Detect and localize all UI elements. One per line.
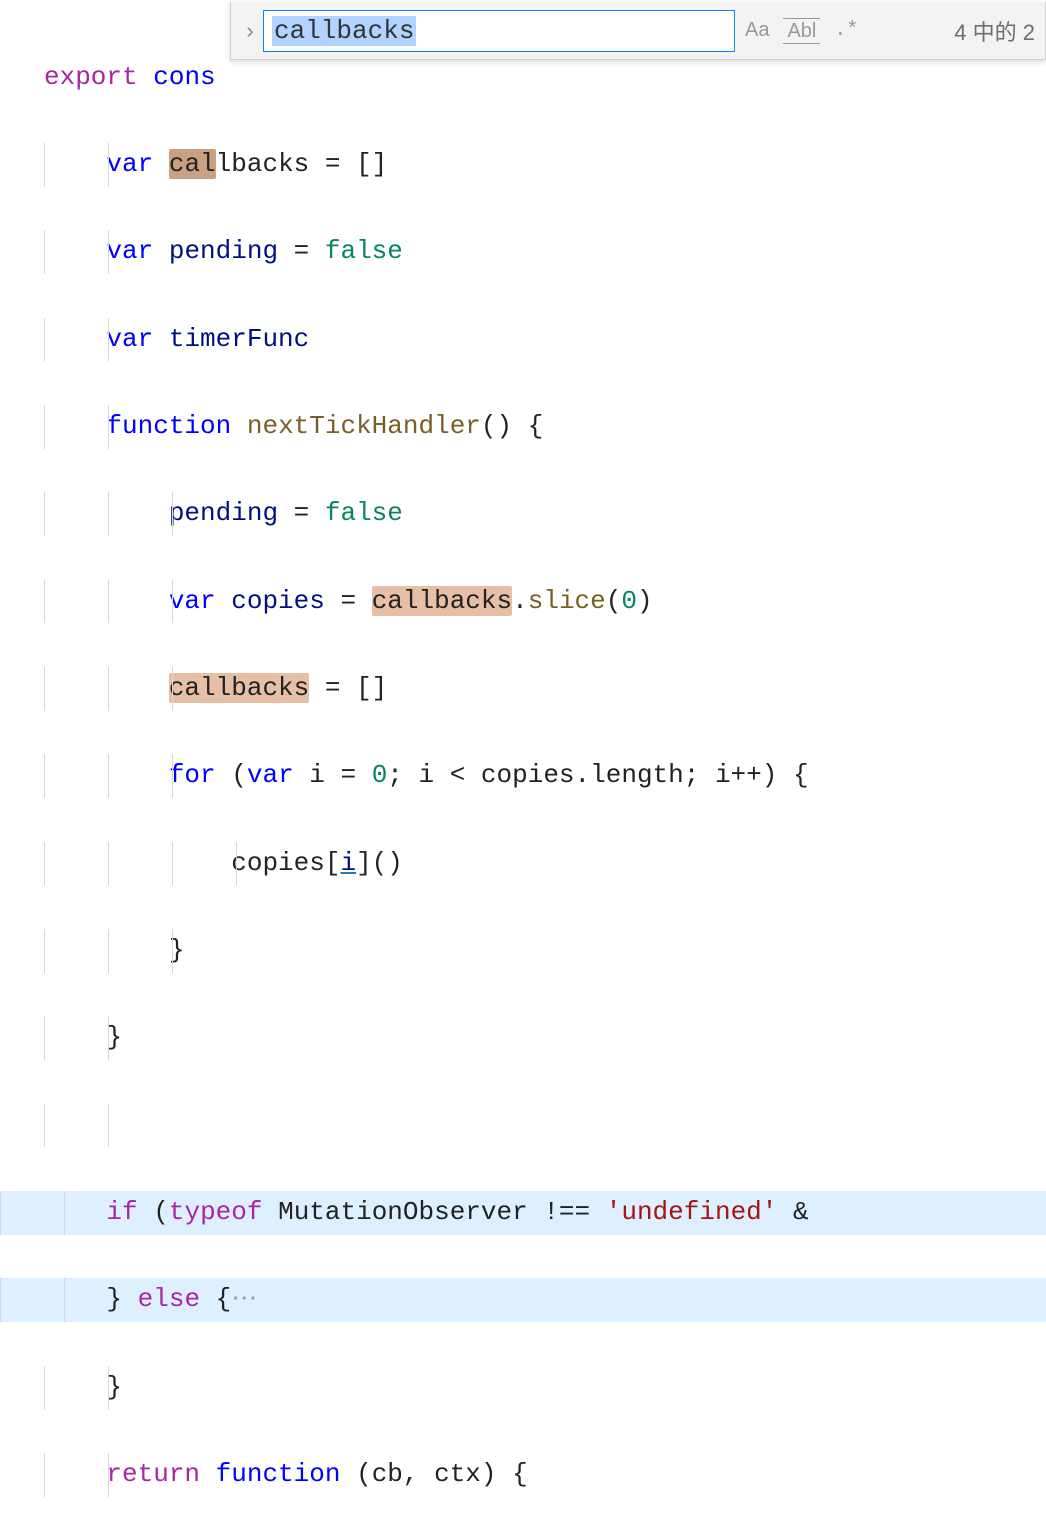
code-line: for (var i = 0; i < copies.length; i++) … — [44, 754, 1046, 798]
code-line: copies[i]() — [44, 842, 1046, 886]
code-line: var copies = callbacks.slice(0) — [44, 580, 1046, 624]
code-line: } — [44, 1366, 1046, 1410]
search-options: Aa Abl .* — [741, 17, 862, 44]
code-line: var pending = false — [44, 230, 1046, 274]
code-line: return function (cb, ctx) { — [44, 1453, 1046, 1497]
code-line: var callbacks = [] — [44, 143, 1046, 187]
match-case-toggle[interactable]: Aa — [741, 17, 773, 44]
code-line: pending = false — [44, 492, 1046, 536]
code-line: } — [44, 1016, 1046, 1060]
ellipsis-icon[interactable]: ⋯ — [231, 1284, 257, 1314]
folded-code-line: › } else {⋯ — [0, 1278, 1046, 1322]
code-editor[interactable]: export cons var callbacks = [] var pendi… — [0, 0, 1046, 1524]
code-line: var timerFunc — [44, 318, 1046, 362]
search-input[interactable]: callbacks — [263, 10, 735, 52]
whole-word-toggle[interactable]: Abl — [783, 18, 820, 44]
regex-toggle[interactable]: .* — [830, 17, 862, 44]
code-line: export cons — [44, 56, 1046, 100]
folded-code-line: › if (typeof MutationObserver !== 'undef… — [0, 1191, 1046, 1235]
expand-replace-chevron[interactable]: › — [237, 18, 263, 44]
search-query-text: callbacks — [272, 16, 416, 46]
code-line: callbacks = [] — [44, 667, 1046, 711]
match-count: 4 中的 2 — [942, 15, 1035, 47]
code-line: } — [44, 929, 1046, 973]
code-line — [44, 1104, 1046, 1148]
code-line: function nextTickHandler() { — [44, 405, 1046, 449]
find-widget: › callbacks Aa Abl .* 4 中的 2 — [230, 2, 1046, 60]
